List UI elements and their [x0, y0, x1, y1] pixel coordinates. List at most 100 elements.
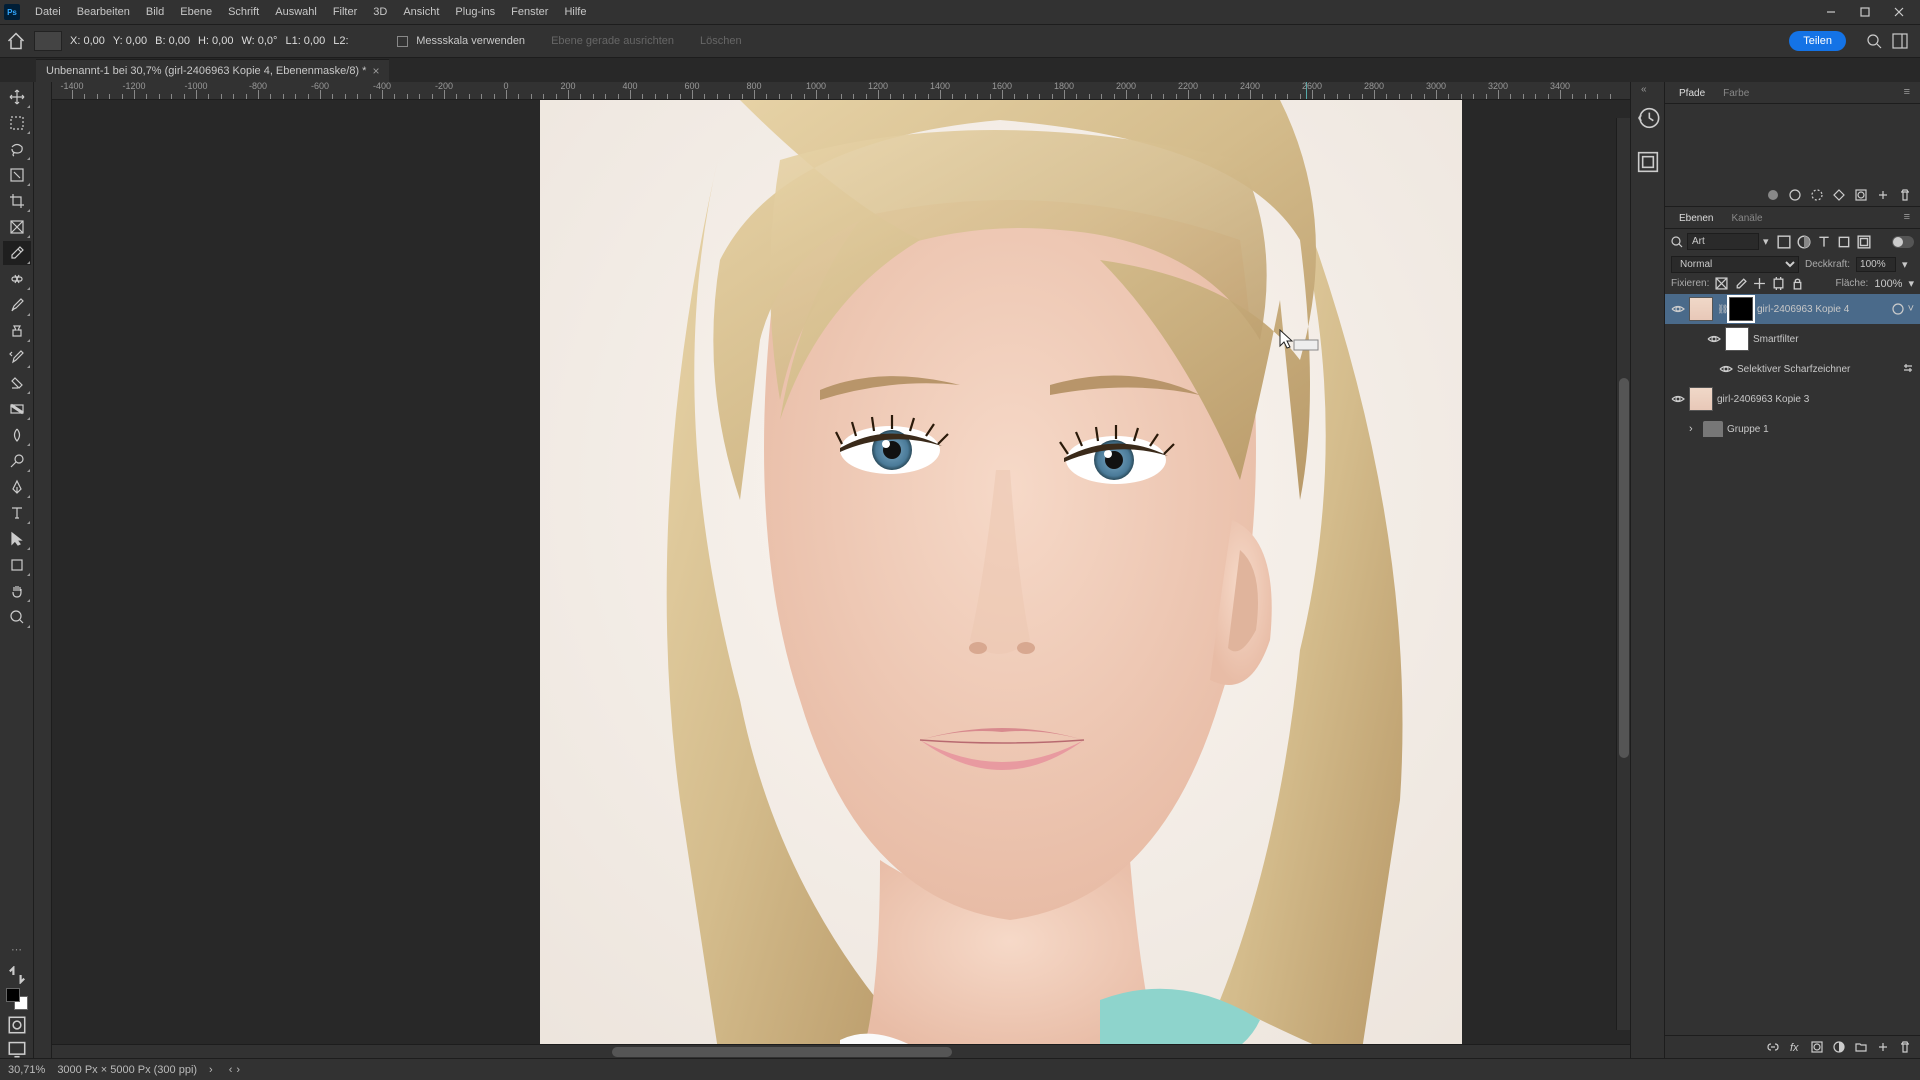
layer-name[interactable]: Gruppe 1 [1727, 424, 1914, 435]
lock-position-icon[interactable] [1753, 277, 1766, 290]
layer-smartfilter[interactable]: Smartfilter [1665, 324, 1920, 354]
menu-ebene[interactable]: Ebene [173, 3, 219, 21]
layer-name[interactable]: girl-2406963 Kopie 4 [1757, 304, 1888, 315]
filter-pixel-icon[interactable] [1777, 235, 1791, 249]
healing-tool[interactable] [3, 267, 31, 291]
filter-dropdown-icon[interactable]: ▾ [1763, 235, 1769, 248]
menu-ansicht[interactable]: Ansicht [396, 3, 446, 21]
maximize-button[interactable] [1848, 1, 1882, 23]
filter-adjust-icon[interactable] [1797, 235, 1811, 249]
fill-value[interactable]: 100% [1874, 278, 1902, 290]
menu-bild[interactable]: Bild [139, 3, 171, 21]
layer-thumbnail[interactable] [1689, 387, 1713, 411]
lock-transparent-icon[interactable] [1715, 277, 1728, 290]
fill-path-icon[interactable] [1766, 188, 1780, 202]
filter-toggle[interactable] [1892, 236, 1914, 248]
document-tab[interactable]: Unbenannt-1 bei 30,7% (girl-2406963 Kopi… [36, 59, 389, 82]
shape-tool[interactable] [3, 553, 31, 577]
history-brush-tool[interactable] [3, 345, 31, 369]
vertical-scrollbar[interactable] [1616, 118, 1630, 1030]
layer-collapse-icon[interactable]: ˅ [1908, 303, 1914, 315]
magic-wand-tool[interactable] [3, 163, 31, 187]
stroke-path-icon[interactable] [1788, 188, 1802, 202]
canvas-viewport[interactable] [52, 100, 1630, 1044]
zoom-tool[interactable] [3, 605, 31, 629]
workspace-icon[interactable] [1892, 33, 1908, 49]
new-layer-icon[interactable] [1876, 1040, 1890, 1054]
minimize-button[interactable] [1814, 1, 1848, 23]
add-mask-icon[interactable] [1854, 188, 1868, 202]
filter-type-icon[interactable] [1817, 235, 1831, 249]
tab-farbe[interactable]: Farbe [1715, 84, 1757, 103]
delete-layer-icon[interactable] [1898, 1040, 1912, 1054]
menu-plugins[interactable]: Plug-ins [448, 3, 502, 21]
menu-3d[interactable]: 3D [366, 3, 394, 21]
menu-hilfe[interactable]: Hilfe [557, 3, 593, 21]
layer-kopie4[interactable]: ⛓ girl-2406963 Kopie 4 ˅ [1665, 294, 1920, 324]
layer-thumbnail[interactable] [1689, 297, 1713, 321]
visibility-icon[interactable] [1707, 332, 1721, 346]
fg-bg-colors[interactable] [6, 988, 28, 1010]
tab-kanale[interactable]: Kanäle [1723, 209, 1770, 228]
filter-shape-icon[interactable] [1837, 235, 1851, 249]
layer-kopie3[interactable]: girl-2406963 Kopie 3 [1665, 384, 1920, 414]
layer-name[interactable]: girl-2406963 Kopie 3 [1717, 394, 1914, 405]
quickmask-icon[interactable] [8, 1016, 26, 1034]
status-flyout-icon[interactable]: › [209, 1064, 213, 1076]
link-layers-icon[interactable] [1766, 1040, 1780, 1054]
filter-blend-icon[interactable] [1902, 362, 1914, 377]
search-icon[interactable] [1866, 33, 1882, 49]
filter-mask-thumbnail[interactable] [1725, 327, 1749, 351]
link-icon[interactable]: ⛓ [1717, 304, 1725, 315]
group-expand-icon[interactable]: › [1689, 423, 1699, 435]
pen-tool[interactable] [3, 475, 31, 499]
blend-mode-select[interactable]: Normal [1671, 256, 1799, 273]
new-group-icon[interactable] [1854, 1040, 1868, 1054]
layers-panel-menu-icon[interactable]: ≡ [1900, 209, 1914, 228]
visibility-icon[interactable] [1719, 362, 1733, 376]
menu-fenster[interactable]: Fenster [504, 3, 555, 21]
close-button[interactable] [1882, 1, 1916, 23]
fgbg-swap-icon[interactable] [8, 966, 26, 984]
menu-datei[interactable]: Datei [28, 3, 68, 21]
marquee-tool[interactable] [3, 111, 31, 135]
eraser-tool[interactable] [3, 371, 31, 395]
next-icon[interactable]: › [236, 1064, 240, 1076]
measurescale-checkbox[interactable] [397, 36, 408, 47]
menu-auswahl[interactable]: Auswahl [268, 3, 324, 21]
clear-button[interactable]: Löschen [700, 35, 742, 47]
clone-tool[interactable] [3, 319, 31, 343]
move-tool[interactable] [3, 85, 31, 109]
document-tab-close[interactable]: × [372, 64, 379, 78]
layer-style-icon[interactable]: fx [1788, 1040, 1802, 1054]
lasso-tool[interactable] [3, 137, 31, 161]
load-selection-icon[interactable] [1810, 188, 1824, 202]
menu-bearbeiten[interactable]: Bearbeiten [70, 3, 137, 21]
screenmode-icon[interactable] [8, 1040, 26, 1058]
layer-type-filter[interactable] [1687, 233, 1759, 250]
horizontal-scrollbar[interactable] [52, 1044, 1630, 1058]
layer-mask-thumbnail[interactable] [1729, 297, 1753, 321]
frame-tool[interactable] [3, 215, 31, 239]
share-button[interactable]: Teilen [1789, 31, 1846, 51]
make-workpath-icon[interactable] [1832, 188, 1846, 202]
lock-artboard-icon[interactable] [1772, 277, 1785, 290]
straighten-button[interactable]: Ebene gerade ausrichten [551, 35, 674, 47]
lock-all-icon[interactable] [1791, 277, 1804, 290]
brush-tool[interactable] [3, 293, 31, 317]
layer-name[interactable]: Smartfilter [1753, 334, 1914, 345]
gradient-tool[interactable] [3, 397, 31, 421]
tab-ebenen[interactable]: Ebenen [1671, 209, 1721, 228]
tool-preset-dropdown[interactable] [34, 31, 62, 51]
zoom-level[interactable]: 30,71% [8, 1064, 45, 1076]
layer-sharpen-filter[interactable]: Selektiver Scharfzeichner [1665, 354, 1920, 384]
menu-schrift[interactable]: Schrift [221, 3, 266, 21]
delete-path-icon[interactable] [1898, 188, 1912, 202]
visibility-icon[interactable] [1671, 392, 1685, 406]
lock-pixels-icon[interactable] [1734, 277, 1747, 290]
dodge-tool[interactable] [3, 449, 31, 473]
tab-pfade[interactable]: Pfade [1671, 84, 1713, 103]
crop-tool[interactable] [3, 189, 31, 213]
menu-filter[interactable]: Filter [326, 3, 364, 21]
type-tool[interactable] [3, 501, 31, 525]
